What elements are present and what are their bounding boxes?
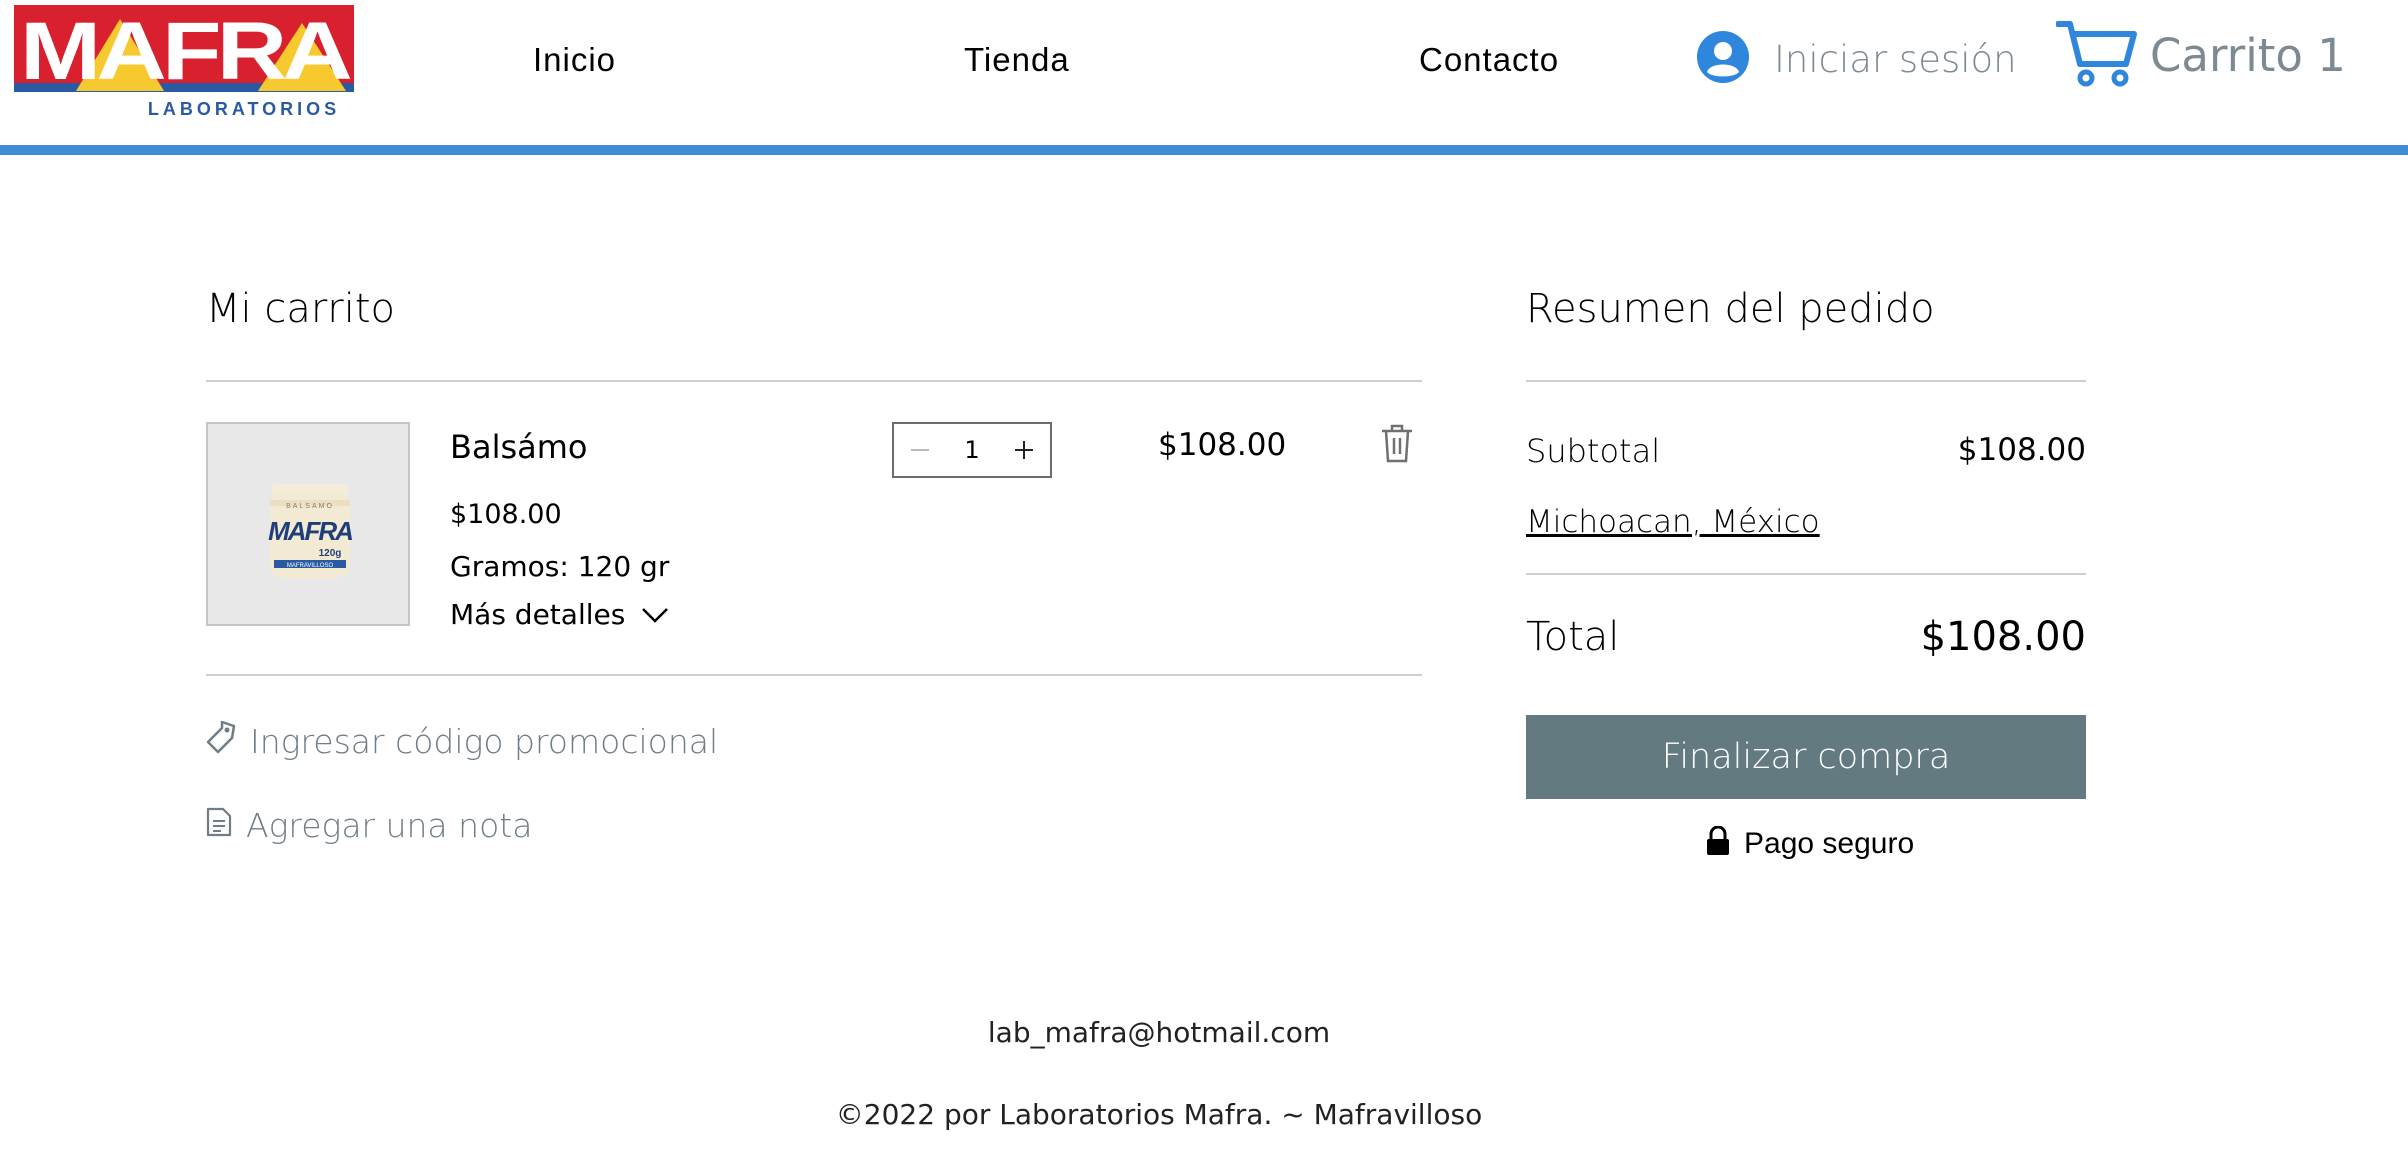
note-icon xyxy=(206,806,232,845)
product-unit-price: $108.00 xyxy=(450,499,562,530)
add-note-label: Agregar una nota xyxy=(246,806,533,845)
shopping-cart-icon xyxy=(2055,18,2138,93)
increase-quantity-button[interactable] xyxy=(998,424,1050,476)
total-value: $108.00 xyxy=(1920,614,2086,660)
site-header: MAFRA LABORATORIOS Inicio Tienda Contact… xyxy=(0,0,2408,155)
line-total: $108.00 xyxy=(1158,427,1287,463)
minus-icon xyxy=(911,449,929,451)
lock-icon xyxy=(1706,825,1730,861)
product-option: Gramos: 120 gr xyxy=(450,550,670,583)
tag-icon xyxy=(206,720,236,762)
svg-text:120g: 120g xyxy=(319,548,342,559)
promo-code-label: Ingresar código promocional xyxy=(250,721,719,761)
more-details-label: Más detalles xyxy=(450,598,626,631)
trash-icon xyxy=(1382,424,1412,463)
subtotal-value: $108.00 xyxy=(1957,432,2086,468)
nav-inicio[interactable]: Inicio xyxy=(533,41,616,79)
quantity-value[interactable]: 1 xyxy=(946,436,998,464)
quantity-stepper[interactable]: 1 xyxy=(892,422,1052,478)
product-name[interactable]: Balsámo xyxy=(450,428,587,466)
footer-email[interactable]: lab_mafra@hotmail.com xyxy=(0,1016,2318,1049)
login-label: Iniciar sesión xyxy=(1774,37,2017,81)
summary-title: Resumen del pedido xyxy=(1526,286,1935,332)
shipping-location-link[interactable]: Michoacan, México xyxy=(1526,504,1820,540)
cart-top-divider xyxy=(206,380,1422,382)
summary-middle-divider xyxy=(1526,573,2086,575)
plus-icon xyxy=(1015,441,1033,459)
cart-title: Mi carrito xyxy=(206,286,396,332)
promo-code-link[interactable]: Ingresar código promocional xyxy=(206,720,718,762)
total-label: Total xyxy=(1526,614,1620,660)
secure-payment-note: Pago seguro xyxy=(1706,825,1915,861)
summary-top-divider xyxy=(1526,380,2086,382)
cart-button[interactable]: Carrito 1 xyxy=(2055,18,2346,93)
chevron-down-icon xyxy=(641,598,669,631)
user-avatar-icon xyxy=(1696,30,1750,89)
svg-text:MAFRA: MAFRA xyxy=(20,6,351,97)
checkout-button[interactable]: Finalizar compra xyxy=(1526,715,2086,799)
decrease-quantity-button[interactable] xyxy=(894,424,946,476)
add-note-link[interactable]: Agregar una nota xyxy=(206,806,532,845)
svg-text:BALSAMO: BALSAMO xyxy=(286,503,334,510)
header-divider xyxy=(0,145,2408,155)
nav-tienda[interactable]: Tienda xyxy=(964,41,1070,79)
nav-contacto[interactable]: Contacto xyxy=(1419,41,1559,79)
login-button[interactable]: Iniciar sesión xyxy=(1696,30,2017,89)
more-details-toggle[interactable]: Más detalles xyxy=(450,598,669,631)
svg-text:MAFRA: MAFRA xyxy=(268,516,352,546)
svg-text:LABORATORIOS: LABORATORIOS xyxy=(148,99,340,117)
cart-label: Carrito 1 xyxy=(2150,28,2346,82)
product-image[interactable]: BALSAMO MAFRA 120g MAFRAVILLOSO xyxy=(206,422,410,626)
subtotal-label: Subtotal xyxy=(1526,432,1661,470)
mafra-logo[interactable]: MAFRA LABORATORIOS xyxy=(14,5,356,119)
footer-copyright: ©2022 por Laboratorios Mafra. ~ Mafravil… xyxy=(835,1098,1483,1131)
svg-text:MAFRAVILLOSO: MAFRAVILLOSO xyxy=(287,563,334,569)
remove-item-button[interactable] xyxy=(1380,424,1414,469)
cart-bottom-divider xyxy=(206,674,1422,676)
cart-count: 1 xyxy=(2317,28,2346,82)
secure-payment-label: Pago seguro xyxy=(1744,826,1915,860)
